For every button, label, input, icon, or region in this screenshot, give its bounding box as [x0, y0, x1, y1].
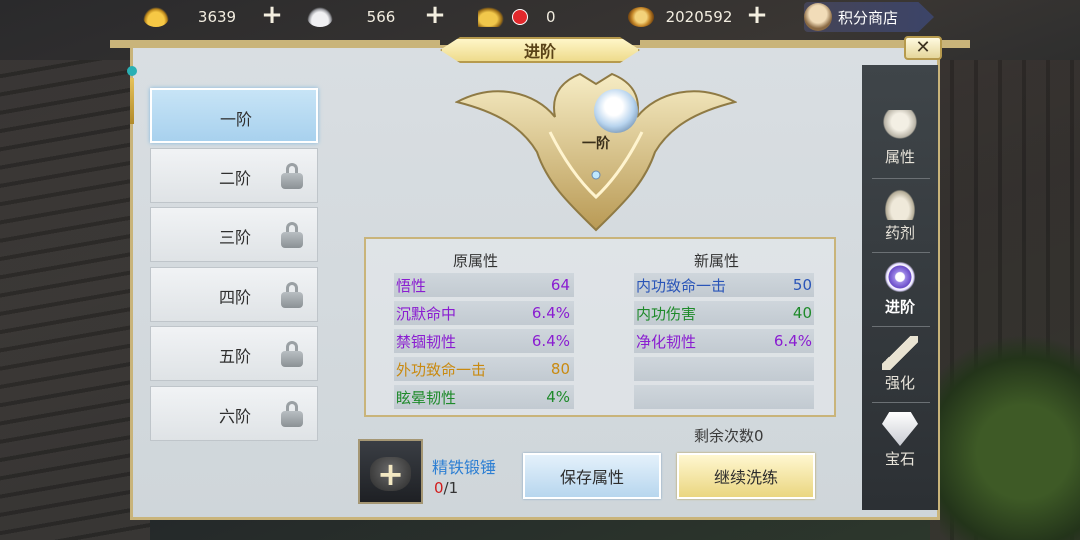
attribute-value: 40 [792, 304, 812, 322]
original-attribute-row: 禁锢韧性 6.4% [394, 329, 574, 353]
lock-icon [281, 222, 303, 248]
nav-item-gems[interactable]: 宝石 [866, 408, 934, 474]
nav-label: 药剂 [884, 224, 915, 242]
original-attribute-row: 悟性 64 [394, 273, 574, 297]
attribute-value: 64 [550, 276, 570, 294]
nav-label: 强化 [884, 374, 915, 392]
attribute-value: 4% [546, 388, 570, 406]
add-copper-button[interactable]: + [745, 2, 769, 28]
nav-item-enhance[interactable]: 强化 [866, 332, 934, 398]
hammer-icon [882, 336, 918, 370]
new-attribute-row: 内功伤害 40 [634, 301, 814, 325]
background-foliage [940, 320, 1080, 540]
silver-resource: 566 [307, 4, 421, 30]
gem-icon [882, 412, 918, 446]
gourd-icon [882, 186, 918, 220]
tier-item-5[interactable]: 五阶 [150, 326, 318, 381]
original-attributes-header: 原属性 [453, 252, 499, 270]
nav-divider [872, 178, 930, 179]
points-shop-button[interactable]: 积分商店 [804, 2, 934, 32]
copper-coin-icon [628, 7, 654, 27]
save-attributes-button[interactable]: 保存属性 [523, 453, 661, 499]
nav-divider [872, 326, 930, 327]
gold-resource: 3639 [143, 4, 257, 30]
gold-value: 3639 [197, 8, 237, 26]
lock-icon [281, 162, 303, 189]
new-attributes-header: 新属性 [694, 252, 740, 270]
resource-bar: 3639 + 566 + 0 2020592 + 积分商店 [0, 0, 1080, 34]
material-required: /1 [443, 479, 459, 497]
attribute-value: 6.4% [531, 332, 570, 350]
new-attribute-row: 内功致命一击 50 [634, 273, 814, 297]
tier-item-4[interactable]: 四阶 [150, 266, 318, 322]
material-slot[interactable]: + [358, 439, 423, 504]
add-icon: + [377, 455, 404, 493]
nav-label: 宝石 [884, 450, 915, 468]
new-attribute-row-empty [634, 357, 814, 381]
emblem-tier-label: 一阶 [582, 136, 610, 152]
swirl-icon [882, 260, 918, 294]
original-attribute-row: 沉默命中 6.4% [394, 301, 574, 325]
silver-ingot-icon [307, 7, 333, 27]
nav-item-potions[interactable]: 药剂 [866, 182, 934, 248]
tier-list: 一阶 二阶 三阶 四阶 五阶 六阶 [150, 88, 318, 445]
token-value: 0 [546, 8, 556, 26]
attribute-name: 禁锢韧性 [396, 332, 457, 351]
tier-label: 一阶 [219, 110, 252, 129]
red-dot-icon [512, 9, 528, 25]
tier-item-1[interactable]: 一阶 [150, 88, 318, 143]
material-owned: 0 [434, 479, 444, 497]
lock-icon [281, 281, 303, 308]
person-icon [882, 110, 918, 144]
merchant-avatar-icon [804, 3, 832, 31]
attribute-name: 外功致命一击 [396, 360, 487, 379]
background-stairs [0, 60, 150, 540]
continue-refine-button[interactable]: 继续洗练 [677, 453, 815, 499]
nav-divider [872, 402, 930, 403]
attribute-value: 6.4% [773, 332, 812, 350]
attribute-name: 内功伤害 [636, 304, 697, 323]
silver-value: 566 [366, 8, 396, 26]
copper-value: 2020592 [665, 8, 733, 26]
treasure-icon [478, 7, 504, 27]
attribute-value: 50 [792, 276, 812, 294]
nav-item-advance[interactable]: 进阶 [866, 256, 934, 322]
original-attribute-row: 外功致命一击 80 [394, 357, 574, 381]
crystal-orb-icon [594, 89, 638, 133]
add-gold-button[interactable]: + [260, 2, 284, 28]
tassel-ornament [126, 66, 138, 126]
remaining-attempts: 剩余次数0 [694, 427, 764, 445]
attribute-name: 眩晕韧性 [396, 388, 457, 407]
token-resource: 0 [478, 4, 556, 30]
copper-resource: 2020592 [628, 4, 736, 30]
nav-label: 属性 [884, 148, 915, 166]
attribute-name: 沉默命中 [396, 304, 457, 323]
nav-item-attributes[interactable]: 属性 [866, 106, 934, 172]
lock-icon [281, 341, 303, 367]
lock-icon [281, 400, 303, 427]
new-attribute-row-empty [634, 385, 814, 409]
add-silver-button[interactable]: + [423, 2, 447, 28]
frame-ornament-left [110, 40, 440, 48]
new-attribute-row: 净化韧性 6.4% [634, 329, 814, 353]
shop-label: 积分商店 [838, 8, 899, 27]
gold-ingot-icon [143, 7, 169, 27]
attribute-value: 6.4% [531, 304, 570, 322]
nav-label: 进阶 [884, 298, 915, 316]
attribute-value: 80 [550, 360, 570, 378]
tier-item-6[interactable]: 六阶 [150, 385, 318, 441]
material-name: 精铁锻锤 [432, 458, 497, 477]
original-attribute-row: 眩晕韧性 4% [394, 385, 574, 409]
dialog-title: 进阶 [440, 37, 640, 63]
attribute-name: 内功致命一击 [636, 276, 727, 295]
material-count: 0/1 [434, 479, 458, 497]
nav-divider [872, 252, 930, 253]
close-button[interactable]: ✕ [904, 36, 942, 60]
attribute-name: 净化韧性 [636, 332, 697, 351]
tier-item-3[interactable]: 三阶 [150, 207, 318, 262]
attribute-name: 悟性 [396, 276, 427, 295]
tier-item-2[interactable]: 二阶 [150, 147, 318, 203]
